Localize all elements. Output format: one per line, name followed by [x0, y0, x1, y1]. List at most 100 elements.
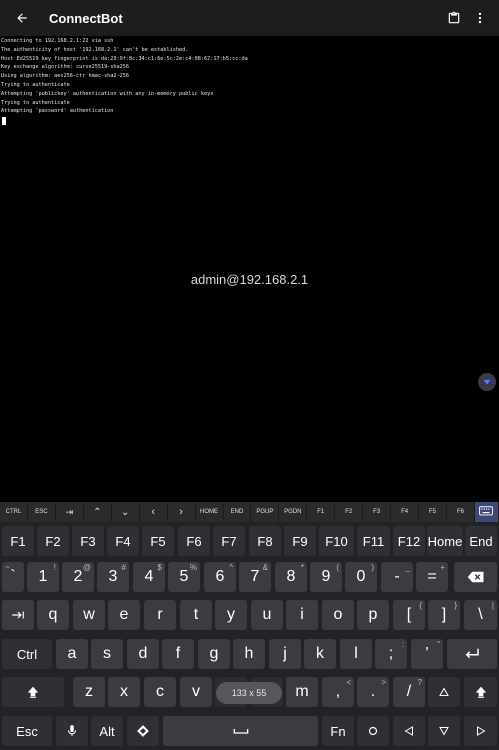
kbd-k[interactable]: k — [304, 639, 336, 669]
kbd-i[interactable]: i — [286, 600, 318, 630]
kbd-y[interactable]: y — [215, 600, 247, 630]
kbd-f11[interactable]: F11 — [357, 526, 390, 556]
kbd-fn[interactable]: Fn — [322, 716, 354, 746]
kbd-comma[interactable]: , < — [322, 677, 354, 707]
paste-button[interactable] — [441, 0, 467, 36]
kbd-f2[interactable]: F2 — [37, 526, 69, 556]
kbd-s[interactable]: s — [91, 639, 123, 669]
kbd-g[interactable]: g — [198, 639, 230, 669]
kbd-period[interactable]: . > — [357, 677, 389, 707]
key-home[interactable]: HOME — [196, 502, 224, 522]
key-up[interactable]: ⌃ — [84, 502, 112, 522]
terminal-size-readout: 133 x 55 — [216, 682, 282, 704]
kbd-f12[interactable]: F12 — [393, 526, 425, 556]
kbd-f3[interactable]: F3 — [72, 526, 104, 556]
key-ctrl[interactable]: CTRL — [0, 502, 28, 522]
key-right[interactable]: › — [168, 502, 196, 522]
kbd-bracket-right[interactable]: ]} — [428, 600, 460, 630]
kbd-voice[interactable] — [56, 716, 88, 746]
kbd-o[interactable]: o — [322, 600, 354, 630]
key-f6[interactable]: F6 — [447, 502, 475, 522]
key-down[interactable]: ⌄ — [112, 502, 140, 522]
kbd-w[interactable]: w — [73, 600, 105, 630]
kbd-f[interactable]: f — [162, 639, 194, 669]
keyboard-toggle-button[interactable] — [478, 373, 496, 391]
kbd-x[interactable]: x — [108, 677, 140, 707]
kbd-minus[interactable]: - _ — [381, 562, 413, 592]
kbd-esc[interactable]: Esc — [2, 716, 52, 746]
kbd-circle[interactable] — [357, 716, 389, 746]
key-f2[interactable]: F2 — [335, 502, 364, 522]
kbd-f6[interactable]: F6 — [178, 526, 210, 556]
kbd-meta[interactable] — [127, 716, 159, 746]
kbd-0[interactable]: 0) — [345, 562, 377, 592]
kbd-end[interactable]: End — [465, 526, 497, 556]
kbd-f8[interactable]: F8 — [249, 526, 281, 556]
kbd-arrow-left[interactable] — [393, 716, 425, 746]
kbd-5[interactable]: 5% — [168, 562, 200, 592]
kbd-home[interactable]: Home — [427, 526, 463, 556]
key-f4[interactable]: F4 — [391, 502, 420, 522]
kbd-slash[interactable]: /? — [393, 677, 425, 707]
key-tab[interactable]: ⇥ — [56, 502, 84, 522]
kbd-alt[interactable]: Alt — [91, 716, 123, 746]
kbd-equals[interactable]: = + — [416, 562, 448, 592]
kbd-d[interactable]: d — [127, 639, 159, 669]
kbd-backtick[interactable]: ` ~ — [2, 562, 24, 592]
kbd-v[interactable]: v — [180, 677, 212, 707]
kbd-q[interactable]: q — [37, 600, 69, 630]
kbd-shift-right[interactable] — [464, 677, 497, 707]
key-f3[interactable]: F3 — [363, 502, 392, 522]
kbd-arrow-up[interactable] — [428, 677, 460, 707]
hide-keyboard-button[interactable] — [474, 502, 499, 522]
kbd-3[interactable]: 3 # — [97, 562, 129, 592]
kbd-arrow-down[interactable] — [428, 716, 460, 746]
kbd-1[interactable]: 1! — [27, 562, 59, 592]
kbd-f9[interactable]: F9 — [284, 526, 316, 556]
key-f1[interactable]: F1 — [307, 502, 336, 522]
key-pgup[interactable]: PGUP — [251, 502, 280, 522]
kbd-h[interactable]: h — [233, 639, 265, 669]
kbd-8[interactable]: 8 * — [275, 562, 307, 592]
kbd-backspace[interactable] — [454, 562, 497, 592]
kbd-bracket-left[interactable]: [{ — [393, 600, 425, 630]
kbd-c[interactable]: c — [144, 677, 176, 707]
kbd-semicolon[interactable]: ;: — [375, 639, 407, 669]
kbd-quote[interactable]: ' " — [411, 639, 443, 669]
kbd-f10[interactable]: F10 — [319, 526, 354, 556]
kbd-7[interactable]: 7 & — [239, 562, 271, 592]
back-button[interactable] — [0, 0, 44, 36]
kbd-space[interactable] — [163, 716, 318, 746]
kbd-f7[interactable]: F7 — [213, 526, 245, 556]
kbd-j[interactable]: j — [269, 639, 301, 669]
kbd-6[interactable]: 6 ^ — [204, 562, 236, 592]
kbd-u[interactable]: u — [251, 600, 283, 630]
kbd-9[interactable]: 9( — [310, 562, 342, 592]
key-left[interactable]: ‹ — [140, 502, 168, 522]
kbd-f1[interactable]: F1 — [2, 526, 34, 556]
terminal-view[interactable]: Connecting to 192.168.2.1:22 via ssh The… — [0, 36, 499, 502]
key-esc[interactable]: ESC — [28, 502, 56, 522]
kbd-f5[interactable]: F5 — [142, 526, 174, 556]
kbd-enter[interactable] — [447, 639, 497, 669]
kbd-t[interactable]: t — [180, 600, 212, 630]
kbd-2[interactable]: 2 @ — [62, 562, 94, 592]
kbd-l[interactable]: l — [340, 639, 372, 669]
kbd-arrow-right[interactable] — [464, 716, 497, 746]
kbd-e[interactable]: e — [108, 600, 140, 630]
kbd-a[interactable]: a — [56, 639, 88, 669]
kbd-r[interactable]: r — [144, 600, 176, 630]
key-pgdn[interactable]: PGDN — [279, 502, 308, 522]
kbd-4[interactable]: 4 $ — [133, 562, 165, 592]
kbd-z[interactable]: z — [73, 677, 105, 707]
kbd-p[interactable]: p — [357, 600, 389, 630]
key-f5[interactable]: F5 — [419, 502, 447, 522]
kbd-ctrl[interactable]: Ctrl — [2, 639, 52, 669]
kbd-f4[interactable]: F4 — [107, 526, 139, 556]
kbd-tab[interactable] — [2, 600, 34, 630]
kbd-backslash[interactable]: \ | — [464, 600, 497, 630]
kbd-m[interactable]: m — [286, 677, 318, 707]
kbd-shift-left[interactable] — [2, 677, 64, 707]
key-end[interactable]: END — [224, 502, 252, 522]
overflow-menu-button[interactable] — [467, 0, 493, 36]
